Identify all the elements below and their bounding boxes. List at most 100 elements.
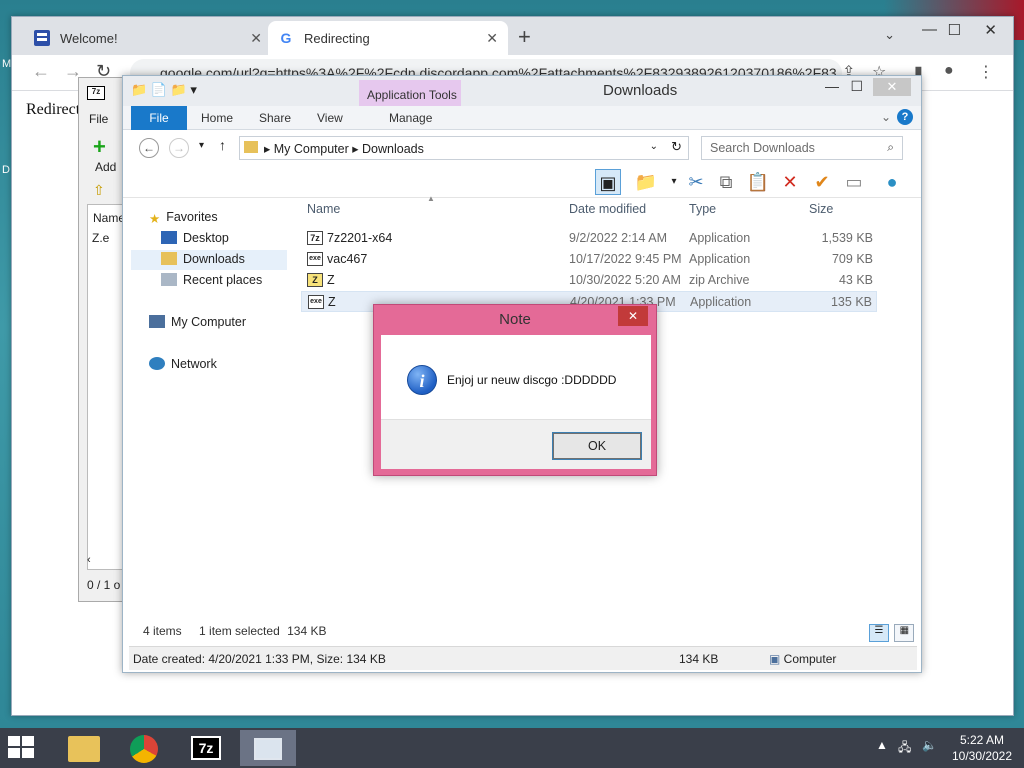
details-location: ▣ Computer bbox=[769, 652, 836, 666]
close-icon[interactable]: ✕ bbox=[984, 21, 997, 39]
tab-view[interactable]: View bbox=[317, 106, 343, 130]
nav-favorites[interactable]: ★ Favorites bbox=[149, 210, 218, 226]
volume-icon[interactable]: 🔈 bbox=[922, 738, 937, 752]
folder-up-icon[interactable]: ⇧ bbox=[93, 182, 105, 199]
column-name[interactable]: Name bbox=[307, 202, 340, 216]
show-hidden-icons-icon[interactable]: ▲ bbox=[876, 738, 888, 752]
tab-welcome[interactable]: Welcome! ✕ bbox=[24, 21, 272, 55]
breadcrumb-my-computer[interactable]: My Computer bbox=[274, 142, 349, 156]
profile-icon[interactable]: ● bbox=[944, 62, 954, 80]
forward-icon[interactable]: → bbox=[169, 138, 189, 158]
tab-close-icon[interactable]: ✕ bbox=[486, 30, 498, 47]
chrome-taskbar-icon[interactable] bbox=[116, 730, 172, 766]
tab-redirecting[interactable]: G Redirecting ✕ bbox=[268, 21, 508, 55]
nav-network[interactable]: Network bbox=[149, 357, 217, 371]
nav-my-computer[interactable]: My Computer bbox=[149, 315, 246, 329]
dialog-body: i Enjoj ur neuw discgo :DDDDDD OK bbox=[381, 335, 651, 469]
globe-icon[interactable]: ● bbox=[879, 169, 905, 195]
quick-access-toolbar-icon[interactable]: 📁 📄 📁 ▾ bbox=[131, 82, 197, 98]
network-icon[interactable]: 🖧 bbox=[898, 738, 911, 759]
nav-label: My Computer bbox=[171, 315, 247, 329]
menu-file[interactable]: File bbox=[89, 112, 108, 126]
nav-label: Desktop bbox=[183, 231, 229, 245]
tab-search-icon[interactable]: ⌄ bbox=[884, 27, 895, 43]
help-icon[interactable]: ? bbox=[897, 109, 913, 125]
nav-recent-places[interactable]: Recent places bbox=[161, 273, 262, 287]
toolbar: ▣ 📁 ▾ ✂ ⧉ 📋 ✕ ✔ ▭ ● bbox=[123, 166, 921, 198]
tab-file[interactable]: File bbox=[131, 106, 187, 130]
chrome-tab-strip: Welcome! ✕ G Redirecting ✕ + ⌄ — ☐ ✕ bbox=[12, 17, 1013, 55]
add-button[interactable]: Add bbox=[95, 160, 116, 174]
start-button-icon[interactable] bbox=[8, 736, 36, 760]
properties-icon[interactable]: ▭ bbox=[841, 169, 867, 195]
menu-icon[interactable]: ⋮ bbox=[978, 62, 994, 82]
checkmark-icon[interactable]: ✔ bbox=[809, 169, 835, 195]
nav-label: Recent places bbox=[183, 273, 263, 287]
desktop-icon-label: M bbox=[2, 58, 12, 70]
file-row[interactable]: 7z 7z2201-x64 9/2/2022 2:14 AM Applicati… bbox=[301, 228, 877, 249]
details-bar: Date created: 4/20/2021 1:33 PM, Size: 1… bbox=[129, 646, 917, 670]
recent-locations-icon[interactable]: ▾ bbox=[199, 140, 204, 151]
clock-time: 5:22 AM bbox=[959, 733, 1005, 747]
tab-title: Redirecting bbox=[304, 30, 370, 46]
search-input[interactable]: Search Downloads ⌕ bbox=[701, 136, 903, 160]
add-icon[interactable]: + bbox=[93, 134, 106, 160]
folder-icon bbox=[244, 141, 258, 153]
dialog-close-icon[interactable]: ✕ bbox=[618, 306, 648, 326]
7zip-app-icon: 7z bbox=[307, 231, 323, 245]
status-bar: 4 items 1 item selected 134 KB bbox=[143, 624, 340, 638]
breadcrumb-downloads[interactable]: Downloads bbox=[362, 142, 424, 156]
desktop-icon bbox=[161, 231, 177, 244]
tab-home[interactable]: Home bbox=[201, 106, 233, 130]
view-switcher: ☰ ▦ bbox=[867, 622, 915, 642]
minimize-icon[interactable]: — bbox=[825, 78, 839, 94]
file-row[interactable]: Z Z 10/30/2022 5:20 AM zip Archive 43 KB bbox=[301, 270, 877, 291]
maximize-icon[interactable]: ☐ bbox=[850, 78, 863, 95]
message-dialog: Note ✕ i Enjoj ur neuw discgo :DDDDDD OK bbox=[373, 304, 657, 476]
breadcrumb-separator-icon: ▸ bbox=[264, 142, 274, 156]
clock[interactable]: 5:22 AM 10/30/2022 bbox=[948, 732, 1016, 764]
close-icon[interactable]: ✕ bbox=[873, 78, 911, 96]
tab-close-icon[interactable]: ✕ bbox=[250, 30, 262, 47]
cut-icon[interactable]: ✂ bbox=[683, 169, 709, 195]
dialog-message: Enjoj ur neuw discgo :DDDDDD bbox=[447, 373, 617, 387]
back-icon[interactable]: ← bbox=[32, 61, 50, 82]
column-type[interactable]: Type bbox=[689, 202, 716, 216]
list-item[interactable]: Z.e bbox=[92, 231, 109, 245]
up-icon[interactable]: ↑ bbox=[219, 137, 226, 153]
column-date-modified[interactable]: Date modified bbox=[569, 202, 646, 216]
application-taskbar-icon[interactable] bbox=[240, 730, 296, 766]
address-bar[interactable]: ▸ My Computer ▸ Downloads ⌄ ↻ bbox=[239, 136, 689, 160]
maximize-icon[interactable]: ☐ bbox=[948, 21, 961, 39]
zip-archive-icon: Z bbox=[307, 273, 323, 287]
dialog-title: Note bbox=[499, 311, 531, 328]
file-row[interactable]: exe vac467 10/17/2022 9:45 PM Applicatio… bbox=[301, 249, 877, 270]
large-icons-view-icon[interactable]: ▦ bbox=[894, 624, 915, 642]
column-name[interactable]: Name bbox=[93, 211, 125, 225]
computer-icon bbox=[149, 315, 165, 328]
tab-share[interactable]: Share bbox=[259, 106, 291, 130]
paste-icon[interactable]: 📋 bbox=[745, 169, 771, 195]
folder-options-icon[interactable]: 📁 bbox=[633, 169, 659, 195]
copy-icon[interactable]: ⧉ bbox=[713, 169, 739, 195]
ribbon-expand-icon[interactable]: ⌄ bbox=[881, 110, 891, 124]
nav-desktop[interactable]: Desktop bbox=[161, 231, 229, 245]
refresh-icon[interactable]: ↻ bbox=[671, 139, 682, 155]
ok-button[interactable]: OK bbox=[552, 432, 642, 460]
back-icon[interactable]: ← bbox=[139, 138, 159, 158]
file-explorer-taskbar-icon[interactable] bbox=[56, 730, 112, 766]
minimize-icon[interactable]: — bbox=[922, 21, 937, 38]
details-view-icon[interactable]: ☰ bbox=[869, 624, 889, 642]
nav-downloads[interactable]: Downloads bbox=[131, 250, 287, 270]
column-size[interactable]: Size bbox=[809, 202, 833, 216]
chevron-down-icon[interactable]: ⌄ bbox=[650, 141, 658, 152]
delete-icon[interactable]: ✕ bbox=[777, 169, 803, 195]
tab-manage[interactable]: Manage bbox=[389, 106, 432, 130]
sevenzip-taskbar-icon[interactable]: 7z bbox=[178, 730, 234, 766]
preview-pane-icon[interactable]: ▣ bbox=[595, 169, 621, 195]
new-tab-button[interactable]: + bbox=[518, 24, 531, 50]
context-tab-application-tools[interactable]: Application Tools bbox=[359, 80, 461, 108]
computer-icon: ▣ bbox=[769, 652, 784, 666]
scroll-left-icon[interactable]: ‹ bbox=[87, 554, 91, 566]
search-icon[interactable]: ⌕ bbox=[887, 140, 894, 155]
